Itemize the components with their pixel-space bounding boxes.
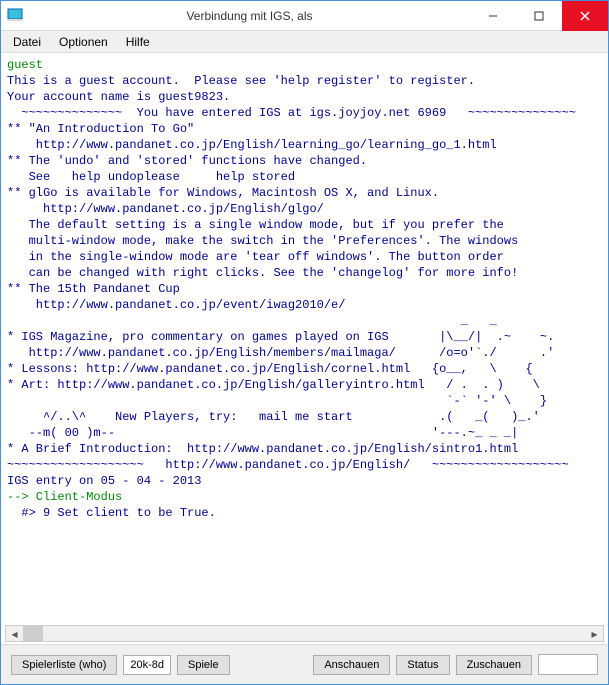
terminal-line: ^/..\^ New Players, try: mail me start .…: [7, 410, 540, 424]
terminal-line: --m( 00 )m-- '---.~_ _ _|: [7, 426, 518, 440]
terminal-line: This is a guest account. Please see 'hel…: [7, 74, 475, 88]
terminal-line: http://www.pandanet.co.jp/English/learni…: [7, 138, 497, 152]
window-controls: [470, 1, 608, 31]
games-button[interactable]: Spiele: [177, 655, 230, 675]
scroll-right-icon[interactable]: ▸: [586, 626, 603, 641]
horizontal-scrollbar[interactable]: ◂ ▸: [5, 625, 604, 642]
terminal-line: http://www.pandanet.co.jp/event/iwag2010…: [7, 298, 345, 312]
menu-file[interactable]: Datei: [5, 33, 49, 51]
terminal-line: _ _: [7, 314, 497, 328]
scroll-left-icon[interactable]: ◂: [6, 626, 23, 641]
terminal-line: Your account name is guest9823.: [7, 90, 230, 104]
titlebar: Verbindung mit IGS, als: [1, 1, 608, 31]
terminal-line: ** The 'undo' and 'stored' functions hav…: [7, 154, 367, 168]
close-button[interactable]: [562, 1, 608, 31]
terminal-line: * Lessons: http://www.pandanet.co.jp/Eng…: [7, 362, 533, 376]
terminal-line: `-` '-' \ }: [7, 394, 547, 408]
minimize-button[interactable]: [470, 1, 516, 31]
terminal-line: IGS entry on 05 - 04 - 2013: [7, 474, 201, 488]
terminal-line: #> 9 Set client to be True.: [7, 506, 216, 520]
rank-field[interactable]: 20k-8d: [123, 655, 171, 675]
observe-button[interactable]: Zuschauen: [456, 655, 532, 675]
terminal-line: --> Client-Modus: [7, 490, 122, 504]
scroll-track[interactable]: [23, 626, 586, 641]
terminal-line: * A Brief Introduction: http://www.panda…: [7, 442, 518, 456]
terminal-line: ** "An Introduction To Go": [7, 122, 194, 136]
terminal-line: * IGS Magazine, pro commentary on games …: [7, 330, 554, 344]
app-icon: [7, 6, 23, 25]
terminal-line: ** The 15th Pandanet Cup: [7, 282, 180, 296]
terminal-line: ~~~~~~~~~~~~~~~~~~~ http://www.pandanet.…: [7, 458, 569, 472]
menu-help[interactable]: Hilfe: [118, 33, 158, 51]
content-area: guest This is a guest account. Please se…: [1, 53, 608, 644]
terminal-line: ** glGo is available for Windows, Macint…: [7, 186, 439, 200]
bottom-toolbar: Spielerliste (who) 20k-8d Spiele Anschau…: [1, 644, 608, 684]
terminal-output[interactable]: guest This is a guest account. Please se…: [5, 55, 604, 623]
terminal-line: The default setting is a single window m…: [7, 218, 504, 232]
terminal-line: ~~~~~~~~~~~~~~ You have entered IGS at i…: [7, 106, 576, 120]
terminal-line: * Art: http://www.pandanet.co.jp/English…: [7, 378, 540, 392]
status-button[interactable]: Status: [396, 655, 449, 675]
watch-button[interactable]: Anschauen: [313, 655, 390, 675]
terminal-line: http://www.pandanet.co.jp/English/glgo/: [7, 202, 324, 216]
terminal-line: multi-window mode, make the switch in th…: [7, 234, 518, 248]
terminal-line: See help undoplease help stored: [7, 170, 295, 184]
scroll-thumb[interactable]: [23, 626, 43, 641]
playerlist-button[interactable]: Spielerliste (who): [11, 655, 117, 675]
terminal-line: guest: [7, 58, 43, 72]
terminal-line: in the single-window mode are 'tear off …: [7, 250, 504, 264]
menubar: Datei Optionen Hilfe: [1, 31, 608, 53]
command-input[interactable]: [538, 654, 598, 675]
app-window: Verbindung mit IGS, als Datei Optionen H…: [0, 0, 609, 685]
terminal-line: can be changed with right clicks. See th…: [7, 266, 518, 280]
window-title: Verbindung mit IGS, als: [29, 9, 470, 23]
maximize-button[interactable]: [516, 1, 562, 31]
terminal-line: http://www.pandanet.co.jp/English/member…: [7, 346, 554, 360]
menu-options[interactable]: Optionen: [51, 33, 116, 51]
